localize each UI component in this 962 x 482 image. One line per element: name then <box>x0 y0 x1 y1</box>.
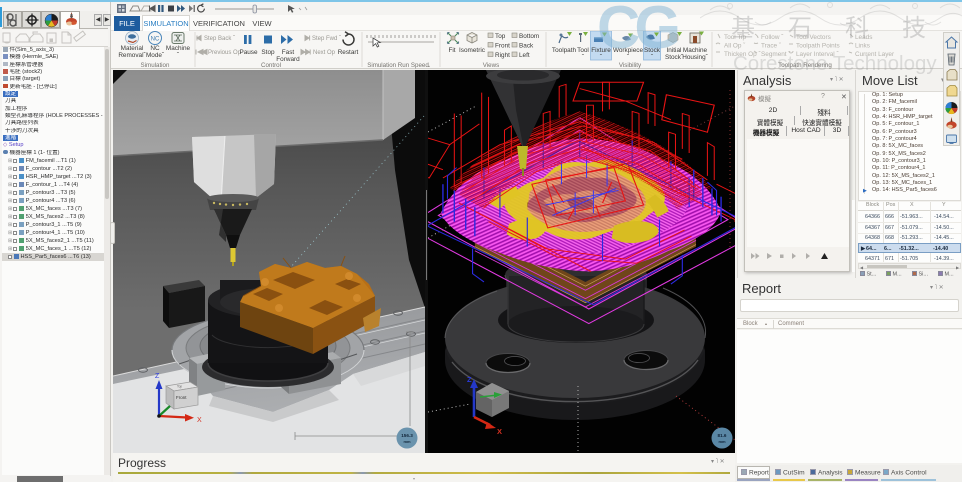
svg-text:mm: mm <box>403 439 411 444</box>
svg-text:Housingˇ: Housingˇ <box>682 54 708 61</box>
svg-text:Segment ˇ: Segment ˇ <box>761 51 791 58</box>
svg-text:Follow ˇ: Follow ˇ <box>761 34 784 41</box>
svg-text:ˇ: ˇ <box>627 54 630 61</box>
svg-text:ˇ: ˇ <box>177 52 180 59</box>
svg-text:Left: Left <box>519 52 530 59</box>
svg-text:Control: Control <box>261 62 281 69</box>
svg-text:Machine: Machine <box>683 47 708 54</box>
svg-text:Modeˇ: Modeˇ <box>146 52 165 59</box>
svg-text:Top: Top <box>177 385 182 389</box>
svg-text:Toolpath Points: Toolpath Points <box>796 43 840 50</box>
svg-text:Links: Links <box>855 43 870 50</box>
svg-text:Bottom: Bottom <box>519 33 539 40</box>
svg-text:Restart: Restart <box>338 49 359 56</box>
svg-text:ˇ: ˇ <box>582 54 585 61</box>
svg-text:Right: Right <box>495 52 510 59</box>
svg-text:Leads: Leads <box>855 34 872 41</box>
svg-text:⌄: ⌄ <box>427 63 431 69</box>
svg-text:156.3: 156.3 <box>401 433 413 438</box>
svg-text:X: X <box>197 417 202 424</box>
svg-text:Fixture: Fixture <box>591 47 611 54</box>
svg-text:Removalˇ: Removalˇ <box>118 52 146 59</box>
svg-text:mm: mm <box>718 439 726 444</box>
svg-text:Front: Front <box>176 395 187 400</box>
svg-text:Top: Top <box>495 33 506 40</box>
svg-text:Simulation: Simulation <box>141 62 170 69</box>
svg-text:Views: Views <box>483 62 499 69</box>
svg-text:Step Back ˇ: Step Back ˇ <box>204 36 235 42</box>
svg-text:X: X <box>497 427 502 436</box>
svg-text:Visibility: Visibility <box>619 62 642 69</box>
svg-text:All Op ˇ: All Op ˇ <box>724 43 746 50</box>
svg-text:Simulation Run Speed: Simulation Run Speed <box>367 62 429 69</box>
svg-text:Initial: Initial <box>667 47 682 54</box>
svg-text:Fit: Fit <box>448 47 455 54</box>
svg-text:Layer Interval ˇ: Layer Interval ˇ <box>796 51 839 58</box>
svg-text:Back: Back <box>519 43 534 50</box>
svg-text:Stock: Stock <box>644 47 661 54</box>
svg-text:Workpiece: Workpiece <box>613 47 644 54</box>
svg-text:Toolpath: Toolpath <box>552 47 577 54</box>
svg-text:Tool: Tool <box>577 47 589 54</box>
svg-text:Material: Material <box>121 45 144 52</box>
svg-text:Toolpath Rendering: Toolpath Rendering <box>778 62 832 69</box>
svg-text:Pause: Pause <box>239 49 258 56</box>
svg-text:Stop: Stop <box>261 49 275 56</box>
svg-text:Tool Tip ˇ: Tool Tip ˇ <box>724 34 751 41</box>
svg-text:Z: Z <box>467 375 472 384</box>
svg-text:Previous Op: Previous Op <box>208 50 242 56</box>
svg-text:NC: NC <box>151 37 160 43</box>
svg-text:Stockˇ: Stockˇ <box>665 54 684 61</box>
svg-text:Z: Z <box>155 373 160 380</box>
svg-text:Current Layer: Current Layer <box>855 51 895 58</box>
svg-text:Fast: Fast <box>282 49 295 56</box>
svg-text:Tool Vectors: Tool Vectors <box>796 34 831 41</box>
svg-text:Next Op: Next Op <box>313 50 336 56</box>
svg-text:Trace ˇ: Trace ˇ <box>761 43 782 50</box>
svg-text:NC: NC <box>150 45 160 52</box>
svg-text:Machine: Machine <box>166 45 191 52</box>
svg-text:Isometric: Isometric <box>459 47 486 54</box>
svg-text:Front: Front <box>495 43 510 50</box>
svg-text:81.6: 81.6 <box>718 433 727 438</box>
svg-text:Step Fwd ˇ: Step Fwd ˇ <box>312 36 341 42</box>
